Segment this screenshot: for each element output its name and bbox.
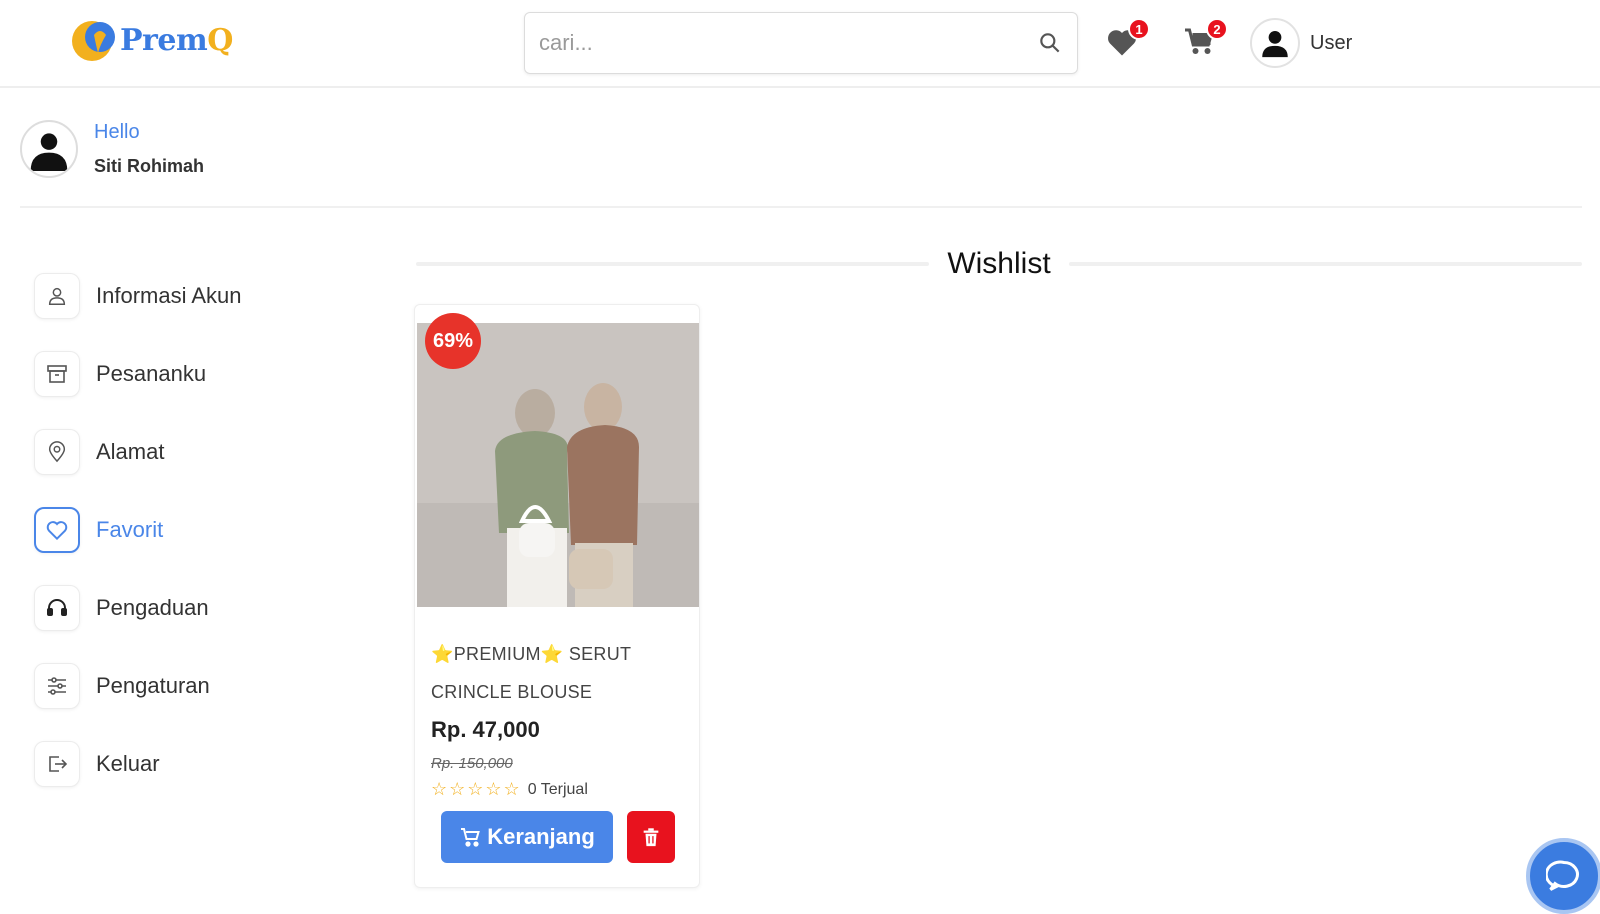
remove-from-wishlist-button[interactable]	[627, 811, 675, 863]
cart-header-button[interactable]: 2	[1182, 18, 1228, 64]
search-bar	[524, 12, 1078, 74]
user-avatar-icon	[1262, 30, 1288, 58]
user-icon	[34, 273, 80, 319]
add-to-cart-button[interactable]: Keranjang	[441, 811, 613, 863]
sidebar-item-label: Informasi Akun	[96, 283, 242, 308]
divider	[416, 262, 930, 266]
user-menu[interactable]: User	[1250, 18, 1352, 68]
divider	[20, 206, 1582, 208]
logo-mark-icon	[72, 21, 115, 61]
sidebar-item-label: Favorit	[96, 517, 164, 542]
sidebar-item-pengaturan[interactable]: Pengaturan	[34, 662, 364, 710]
sidebar-item-label: Alamat	[96, 439, 165, 464]
wishlist-heading: Wishlist	[416, 244, 1582, 284]
user-avatar-icon	[30, 133, 68, 171]
product-name[interactable]: ⭐PREMIUM⭐ SERUT CRINCLE BLOUSE	[431, 635, 691, 711]
sidebar-item-label: Pesananku	[96, 361, 207, 386]
cart-count-badge: 2	[1206, 18, 1228, 40]
search-input[interactable]	[539, 30, 1037, 56]
sidebar-item-favorit[interactable]: Favorit	[34, 506, 364, 554]
sidebar-item-pengaduan[interactable]: Pengaduan	[34, 584, 364, 632]
chat-bubble-icon	[1546, 860, 1579, 891]
location-pin-icon	[34, 429, 80, 475]
discount-badge: 69%	[425, 313, 481, 369]
divider	[1068, 262, 1582, 266]
avatar	[1250, 18, 1300, 68]
star-rating-icons: ☆☆☆☆☆	[431, 779, 522, 799]
top-header: PremQ 1 2 User	[0, 0, 1600, 88]
search-icon[interactable]	[1037, 30, 1063, 56]
wishlist-count-badge: 1	[1128, 18, 1150, 40]
page-title: Wishlist	[947, 247, 1051, 280]
wishlist-header-button[interactable]: 1	[1104, 18, 1150, 64]
heart-icon	[34, 507, 80, 553]
profile-summary: Hello Siti Rohimah	[20, 120, 204, 178]
brand-logo[interactable]: PremQ	[70, 12, 233, 68]
chat-button[interactable]	[1526, 838, 1600, 914]
sidebar-item-keluar[interactable]: Keluar	[34, 740, 364, 788]
trash-icon	[643, 828, 659, 847]
account-sidebar: Informasi Akun Pesananku Alamat Favorit …	[34, 272, 364, 818]
product-rating: ☆☆☆☆☆ 0 Terjual	[431, 779, 588, 800]
user-name: Siti Rohimah	[94, 156, 205, 176]
user-label: User	[1310, 31, 1353, 54]
product-original-price: Rp. 150,000	[431, 755, 513, 772]
headset-icon	[34, 585, 80, 631]
sliders-icon	[34, 663, 80, 709]
sold-count: 0 Terjual	[527, 780, 588, 798]
avatar	[20, 120, 78, 178]
product-price: Rp. 47,000	[431, 717, 540, 742]
logout-icon	[34, 741, 80, 787]
logo-text: PremQ	[120, 22, 233, 58]
cart-icon	[461, 828, 481, 847]
sidebar-item-informasi-akun[interactable]: Informasi Akun	[34, 272, 364, 320]
sidebar-item-label: Pengaturan	[96, 673, 210, 698]
archive-icon	[34, 351, 80, 397]
sidebar-item-label: Pengaduan	[96, 595, 209, 620]
sidebar-item-label: Keluar	[96, 751, 160, 776]
greeting-text: Hello	[94, 121, 140, 143]
product-card[interactable]: 69% ⭐PREMIUM⭐ SERUT CRINCLE BLOUSE Rp. 4…	[414, 304, 700, 888]
sidebar-item-alamat[interactable]: Alamat	[34, 428, 364, 476]
cart-button-label: Keranjang	[487, 824, 595, 849]
sidebar-item-pesananku[interactable]: Pesananku	[34, 350, 364, 398]
